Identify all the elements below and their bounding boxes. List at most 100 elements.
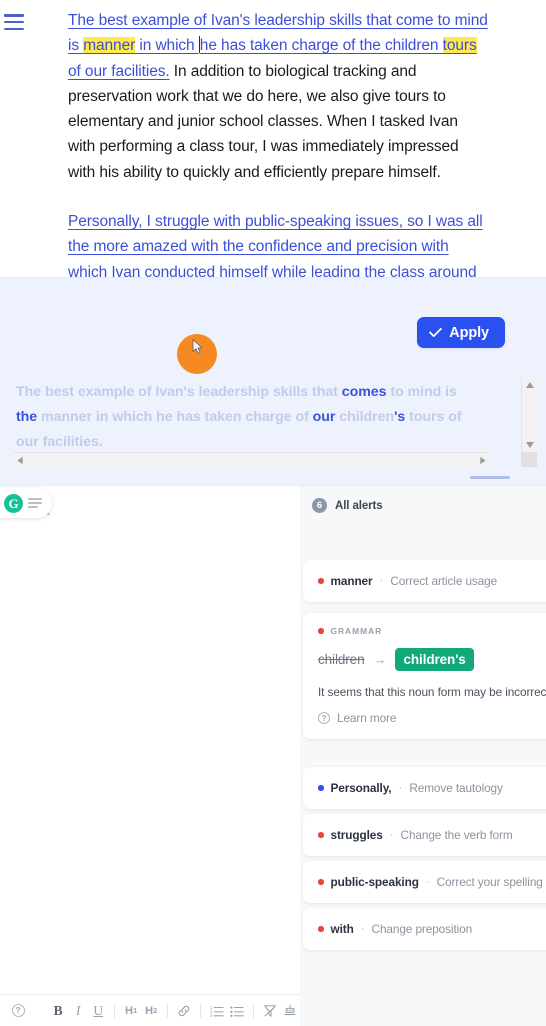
grammarly-logo-button[interactable]: G <box>0 488 52 518</box>
scroll-up-arrow-icon[interactable] <box>525 381 535 389</box>
scroll-down-arrow-icon[interactable] <box>525 441 535 449</box>
alert-word: Personally, <box>330 781 392 795</box>
severity-bullet-icon <box>318 879 324 885</box>
alert-word: struggles <box>330 828 383 842</box>
apply-button-label: Apply <box>449 324 489 341</box>
mouse-cursor-icon <box>192 339 203 354</box>
alert-description: Change the verb form <box>400 828 513 842</box>
alert-card-row: struggles · Change the verb form <box>303 814 546 856</box>
alert-separator: · <box>389 829 394 841</box>
alert-description: Remove tautology <box>409 781 503 795</box>
suggestion-text-mid-a: in which <box>135 37 199 55</box>
hamburger-line <box>4 27 24 30</box>
original-word: children <box>318 652 365 667</box>
checkmark-icon <box>429 328 443 337</box>
alert-separator: · <box>379 575 384 587</box>
clear-formatting-button[interactable] <box>260 999 280 1023</box>
alert-word: manner <box>330 574 373 588</box>
preview-added-comes: comes <box>341 384 387 400</box>
preview-horizontal-scrollbar[interactable] <box>13 452 490 467</box>
alert-card-struggles[interactable]: struggles · Change the verb form <box>303 814 546 856</box>
toolbar-divider <box>200 1003 201 1018</box>
severity-bullet-icon <box>318 578 324 584</box>
menu-line <box>28 506 38 508</box>
bold-button[interactable]: B <box>48 999 68 1023</box>
question-circle-icon: ? <box>318 712 330 724</box>
paragraph-1-rest: In addition to biological tracking and p… <box>68 62 459 181</box>
toolbar-divider <box>114 1003 116 1018</box>
alerts-title-label: All alerts <box>335 499 383 512</box>
document-menu-icon[interactable] <box>28 498 42 508</box>
alert-separator: · <box>360 923 365 935</box>
highlighter-icon <box>284 1004 296 1015</box>
heading-2-button[interactable]: H2 <box>141 999 161 1023</box>
hamburger-line <box>4 20 24 24</box>
ordered-list-button[interactable]: 1 2 3 <box>207 999 227 1023</box>
app-top-divider <box>0 485 546 486</box>
suggestion-text-b: of our facilities. <box>68 62 170 80</box>
help-button[interactable]: ? <box>8 999 28 1023</box>
heading-1-button[interactable]: H1 <box>121 999 141 1023</box>
bullet-list-button[interactable] <box>227 999 247 1023</box>
overlay-top-edge <box>0 277 546 278</box>
severity-bullet-icon <box>318 628 324 634</box>
panel-bottom-accent <box>470 476 510 479</box>
hamburger-menu-icon[interactable] <box>4 14 26 30</box>
zoomed-paragraph-1: The best example of Ivan's leadership sk… <box>68 8 488 185</box>
alert-description: Correct article usage <box>390 574 498 588</box>
underline-button[interactable]: U <box>88 999 108 1023</box>
ordered-list-icon: 1 2 3 <box>210 1004 224 1018</box>
link-button[interactable] <box>174 999 194 1023</box>
bullet-list-icon <box>230 1005 244 1017</box>
scroll-right-arrow-icon[interactable] <box>479 456 487 465</box>
alert-card-row: manner · Correct article usage <box>303 560 546 602</box>
h1-sub: 1 <box>133 1006 138 1015</box>
alert-separator: · <box>425 876 430 888</box>
menu-line <box>28 498 42 500</box>
preview-added-s: 's <box>394 409 406 425</box>
suggestion-span-2[interactable]: Personally, I struggle with public-speak… <box>68 213 483 281</box>
editor-pane-background <box>0 485 300 1026</box>
highlight-manner[interactable]: manner <box>83 37 135 55</box>
preview-seg3: to mind is <box>386 384 457 400</box>
zoomed-editor-view: The best example of Ivan's leadership sk… <box>0 0 546 300</box>
alert-card-row: with · Change preposition <box>303 908 546 950</box>
alert-word: public-speaking <box>330 875 419 889</box>
suggestion-preview-text: The best example of Ivan's leadership sk… <box>16 380 471 455</box>
grammarly-logo-icon: G <box>4 493 23 513</box>
severity-bullet-icon <box>318 926 324 932</box>
preview-vertical-scrollbar[interactable] <box>521 378 537 452</box>
suggestion-text-mid-b: he has taken charge of the children <box>199 37 443 55</box>
italic-button[interactable]: I <box>68 999 88 1023</box>
all-alerts-header[interactable]: 6 All alerts <box>312 498 383 513</box>
h2-sub: 2 <box>153 1006 158 1015</box>
svg-text:3: 3 <box>210 1013 213 1018</box>
grammar-explanation: It seems that this noun form may be inco… <box>318 685 546 699</box>
alert-word: with <box>330 922 354 936</box>
alert-separator: · <box>398 782 403 794</box>
alert-card-manner[interactable]: manner · Correct article usage <box>303 560 546 602</box>
alert-card-with[interactable]: with · Change preposition <box>303 908 546 950</box>
severity-bullet-icon <box>318 832 324 838</box>
zoomed-document-text[interactable]: The best example of Ivan's leadership sk… <box>68 8 488 300</box>
alert-description: Correct your spelling <box>436 875 543 889</box>
toolbar-divider <box>167 1003 169 1018</box>
grammar-category-row: GRAMMAR <box>318 626 546 636</box>
zoomed-paragraph-2: Personally, I struggle with public-speak… <box>68 209 488 285</box>
alert-card-personally[interactable]: Personally, · Remove tautology <box>303 767 546 809</box>
suggested-word-button[interactable]: children's <box>395 648 474 671</box>
clear-formatting-icon <box>264 1004 276 1017</box>
learn-more-link[interactable]: ? Learn more <box>318 711 546 725</box>
highlighter-button[interactable] <box>280 999 300 1023</box>
alert-card-public-speaking[interactable]: public-speaking · Correct your spelling <box>303 861 546 903</box>
formatting-toolbar: ? B I U H1 H2 1 2 3 <box>0 994 300 1026</box>
arrow-right-icon: → <box>373 652 387 667</box>
apply-button[interactable]: Apply <box>417 317 505 348</box>
alert-card-grammar-children[interactable]: GRAMMAR children → children's It seems t… <box>303 613 546 739</box>
grammar-replacement-row: children → children's <box>318 648 546 671</box>
menu-dot <box>47 512 50 515</box>
highlight-tours[interactable]: tours <box>442 37 477 55</box>
hamburger-line <box>4 14 24 17</box>
scroll-left-arrow-icon[interactable] <box>16 456 24 465</box>
toolbar-divider <box>253 1003 254 1018</box>
